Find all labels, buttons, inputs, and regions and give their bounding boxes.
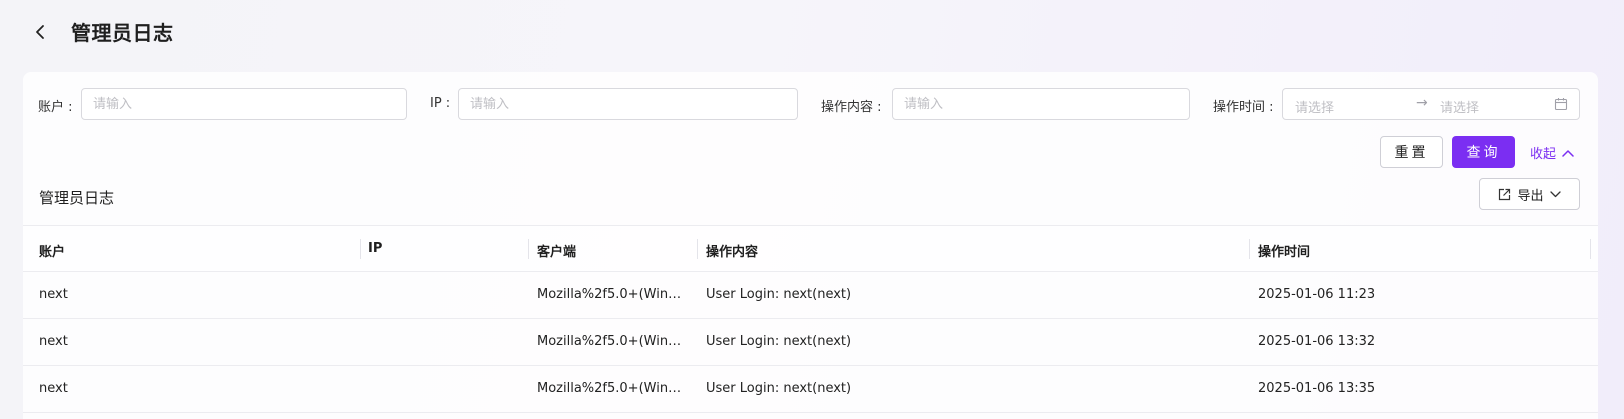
export-button[interactable]: 导出 <box>1479 178 1580 210</box>
collapse-toggle[interactable]: 收起 <box>1530 143 1574 162</box>
column-header-content: 操作内容 <box>706 245 759 260</box>
time-range-picker[interactable]: 请选择 → 请选择 <box>1282 88 1580 120</box>
export-label: 导出 <box>1517 188 1544 204</box>
chevron-down-icon <box>1549 190 1561 197</box>
page-header: 管理员日志 <box>0 0 1624 64</box>
section-title: 管理员日志 <box>39 189 115 207</box>
cell-time: 2025-01-06 13:35 <box>1258 381 1376 396</box>
column-divider <box>360 239 361 259</box>
column-header-ip: IP <box>368 241 383 256</box>
column-header-time: 操作时间 <box>1258 245 1311 260</box>
content-input[interactable] <box>892 88 1190 120</box>
log-table: 账户 IP 客户端 操作内容 操作时间 next Mozilla%2f5.0+(… <box>23 225 1598 413</box>
reset-button[interactable]: 重置 <box>1380 136 1443 168</box>
cell-account: next <box>39 287 68 302</box>
cell-account: next <box>39 334 68 349</box>
column-divider <box>697 239 698 259</box>
query-button[interactable]: 查询 <box>1452 136 1515 168</box>
account-input[interactable] <box>81 88 407 120</box>
column-header-account: 账户 <box>39 245 66 260</box>
cell-content: User Login: next(next) <box>706 334 852 349</box>
table-header: 账户 IP 客户端 操作内容 操作时间 <box>23 225 1598 272</box>
time-filter-label: 操作时间 : <box>1213 100 1274 115</box>
collapse-label: 收起 <box>1530 147 1557 162</box>
range-arrow-icon: → <box>1416 95 1428 111</box>
end-date-placeholder[interactable]: 请选择 <box>1440 97 1479 116</box>
cell-time: 2025-01-06 11:23 <box>1258 287 1376 302</box>
page-title: 管理员日志 <box>71 21 174 45</box>
external-link-icon <box>1499 188 1511 200</box>
cell-client: Mozilla%2f5.0+(Wind… <box>537 334 687 349</box>
start-date-placeholder[interactable]: 请选择 <box>1295 97 1334 116</box>
ip-input[interactable] <box>458 88 798 120</box>
column-divider <box>528 239 529 259</box>
ip-filter-label: IP : <box>430 96 451 111</box>
cell-time: 2025-01-06 13:32 <box>1258 334 1376 349</box>
cell-content: User Login: next(next) <box>706 287 852 302</box>
cell-account: next <box>39 381 68 396</box>
account-filter-label: 账户 : <box>38 100 73 115</box>
column-divider <box>1590 239 1591 259</box>
column-divider <box>1249 239 1250 259</box>
cell-client: Mozilla%2f5.0+(Wind… <box>537 287 687 302</box>
main-card: 账户 : IP : 操作内容 : 操作时间 : 请选择 → 请选择 重置 查询 … <box>23 72 1598 419</box>
content-filter-label: 操作内容 : <box>821 100 882 115</box>
cell-content: User Login: next(next) <box>706 381 852 396</box>
calendar-icon <box>1554 98 1568 111</box>
cell-client: Mozilla%2f5.0+(Wind… <box>537 381 687 396</box>
chevron-up-icon <box>1562 149 1574 157</box>
table-row[interactable]: next Mozilla%2f5.0+(Wind… User Login: ne… <box>23 366 1598 413</box>
back-button[interactable] <box>28 20 52 44</box>
table-row[interactable]: next Mozilla%2f5.0+(Wind… User Login: ne… <box>23 272 1598 319</box>
column-header-client: 客户端 <box>537 245 577 260</box>
chevron-left-icon <box>36 25 44 39</box>
table-row[interactable]: next Mozilla%2f5.0+(Wind… User Login: ne… <box>23 319 1598 366</box>
